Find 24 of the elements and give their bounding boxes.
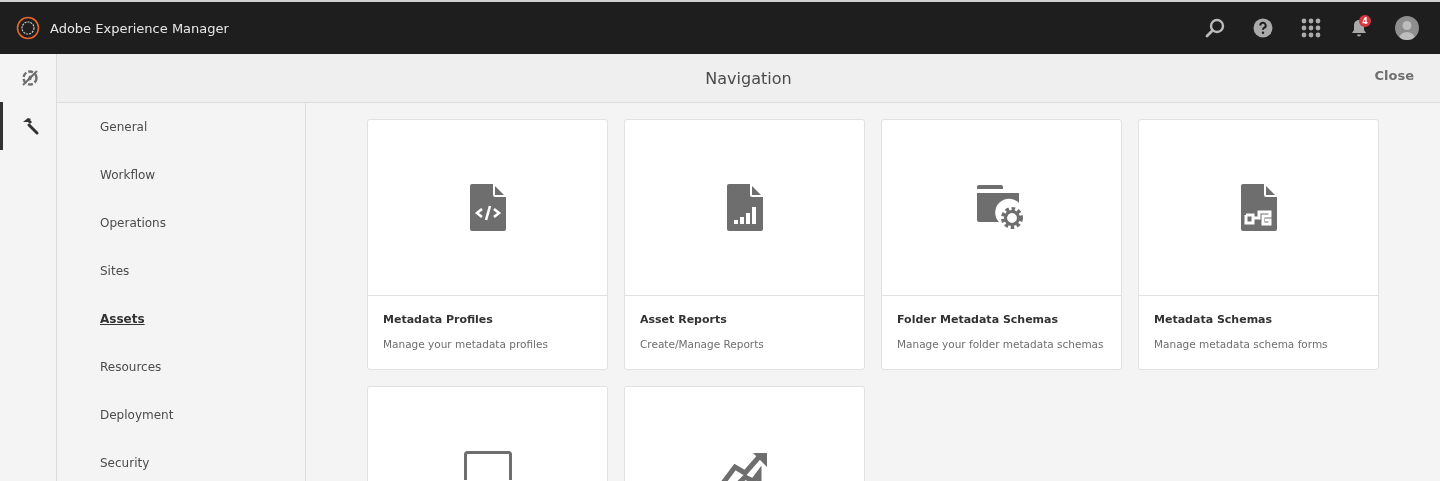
category-link[interactable]: Assets [57, 308, 305, 356]
category-link[interactable]: Resources [57, 356, 305, 404]
tile-description: Manage your folder metadata schemas [896, 337, 1105, 350]
tile-card[interactable]: Metadata Schemas Manage metadata schema forms [1138, 119, 1379, 370]
category-link[interactable]: Security [57, 452, 305, 481]
tile-card[interactable]: Asset Reports Create/Manage Reports [624, 119, 865, 370]
tile-card[interactable]: Metadata Profiles Manage your metadata profiles [367, 119, 608, 370]
tile-title: Folder Metadata Schemas [896, 312, 1060, 326]
close-button[interactable]: Close [1374, 68, 1414, 83]
tile-title: Metadata Profiles [382, 312, 494, 326]
tile-card[interactable]: Folder Metadata Schemas Manage your folder metadata schemas [881, 119, 1122, 370]
category-link[interactable]: Operations [57, 212, 305, 260]
tile-description: Manage your metadata profiles [382, 337, 549, 350]
app-title: Adobe Experience Manager [50, 20, 230, 36]
category-link[interactable]: Workflow [57, 164, 305, 212]
tile-title: Metadata Schemas [1153, 312, 1274, 326]
category-link[interactable]: Deployment [57, 404, 305, 452]
category-link[interactable]: Sites [57, 260, 305, 308]
tile-description: Manage metadata schema forms [1153, 337, 1329, 350]
tile-description: Create/Manage Reports [639, 337, 765, 350]
notification-badge: 4 [1359, 15, 1371, 27]
page-title: Navigation [705, 68, 792, 88]
category-link[interactable]: General [57, 116, 305, 164]
tile-title: Asset Reports [639, 312, 728, 326]
